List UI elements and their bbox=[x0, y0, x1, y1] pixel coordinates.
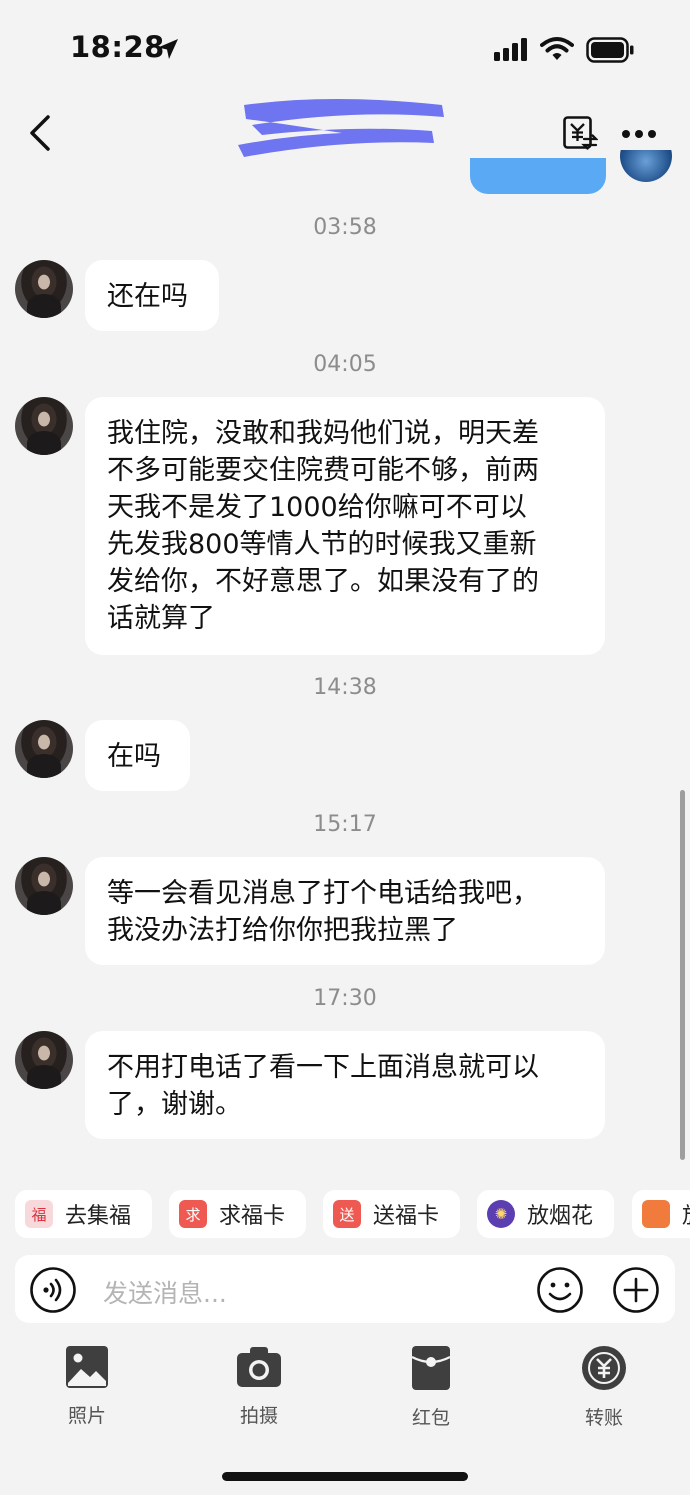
quick-action-fireworks[interactable]: ✺ 放烟花 bbox=[477, 1190, 614, 1238]
contact-name-redaction bbox=[238, 99, 444, 157]
message-timestamp: 17:30 bbox=[313, 986, 377, 1011]
sent-message-bubble-fragment[interactable] bbox=[470, 158, 606, 194]
quick-action-collect-fu[interactable]: 福 去集福 bbox=[15, 1190, 152, 1238]
action-label: 拍摄 bbox=[239, 1405, 278, 1427]
chip-label: 求福卡 bbox=[219, 1204, 286, 1229]
fireworks-badge-icon: ✺ bbox=[487, 1200, 515, 1228]
chat-screen: 18:28 03:58 还在吗 04:05 我住院，没敢和我妈他们说，明天差 不… bbox=[0, 0, 690, 1495]
red-packet-button[interactable]: 红包 bbox=[386, 1345, 476, 1430]
home-indicator[interactable] bbox=[222, 1472, 468, 1481]
message-bubble[interactable]: 还在吗 bbox=[85, 260, 219, 331]
contact-avatar[interactable] bbox=[15, 260, 73, 318]
status-bar: 18:28 bbox=[0, 0, 690, 100]
contact-avatar[interactable] bbox=[15, 720, 73, 778]
more-options-icon[interactable] bbox=[621, 128, 657, 140]
quick-action-request-card[interactable]: 求 求福卡 bbox=[169, 1190, 306, 1238]
action-label: 转账 bbox=[584, 1407, 623, 1429]
message-timestamp: 03:58 bbox=[313, 215, 377, 240]
message-bubble[interactable]: 我住院，没敢和我妈他们说，明天差 不多可能要交住院费可能不够，前两 天我不是发了… bbox=[85, 397, 605, 655]
message-timestamp: 14:38 bbox=[313, 675, 377, 700]
camera-button[interactable]: 拍摄 bbox=[214, 1345, 304, 1428]
message-timestamp: 04:05 bbox=[313, 352, 377, 377]
song-badge-icon: 送 bbox=[333, 1200, 361, 1228]
battery-icon bbox=[586, 37, 634, 63]
message-bubble[interactable]: 等一会看见消息了打个电话给我吧， 我没办法打给你你把我拉黑了 bbox=[85, 857, 605, 965]
transfer-button[interactable]: 转账 bbox=[559, 1345, 649, 1430]
red-packet-icon bbox=[411, 1346, 451, 1390]
chip-label: 放 bbox=[682, 1198, 690, 1230]
message-input[interactable]: 发送消息... bbox=[103, 1274, 227, 1310]
scrollbar[interactable] bbox=[680, 790, 685, 1160]
chip-label: 送福卡 bbox=[373, 1204, 440, 1229]
chip-label: 去集福 bbox=[65, 1204, 132, 1229]
message-input-bar: 发送消息... bbox=[15, 1255, 675, 1323]
chip-label: 放烟花 bbox=[527, 1204, 594, 1229]
qiu-badge-icon: 求 bbox=[179, 1200, 207, 1228]
fu-badge-icon: 福 bbox=[25, 1200, 53, 1228]
gift-badge-icon bbox=[642, 1200, 670, 1228]
contact-avatar[interactable] bbox=[15, 857, 73, 915]
message-timestamp: 15:17 bbox=[313, 812, 377, 837]
plus-icon[interactable] bbox=[612, 1266, 660, 1314]
message-bubble[interactable]: 在吗 bbox=[85, 720, 190, 791]
transfer-yuan-icon[interactable] bbox=[562, 115, 598, 151]
camera-icon bbox=[237, 1347, 281, 1387]
quick-action-bar: 福 去集福 求 求福卡 送 送福卡 ✺ 放烟花 放 bbox=[0, 1190, 690, 1240]
back-chevron-icon[interactable] bbox=[26, 113, 54, 153]
emoji-icon[interactable] bbox=[536, 1266, 584, 1314]
quick-action-more[interactable]: 放 bbox=[632, 1190, 690, 1238]
voice-input-icon[interactable] bbox=[29, 1266, 77, 1314]
message-bubble[interactable]: 不用打电话了看一下上面消息就可以 了，谢谢。 bbox=[85, 1031, 605, 1139]
transfer-yuan-icon bbox=[582, 1346, 626, 1390]
photo-button[interactable]: 照片 bbox=[42, 1345, 132, 1428]
action-label: 红包 bbox=[411, 1407, 450, 1429]
location-arrow-icon bbox=[158, 39, 178, 59]
cellular-signal-icon bbox=[494, 38, 527, 61]
status-time: 18:28 bbox=[70, 30, 165, 64]
bottom-action-bar: 照片 拍摄 红包 转账 bbox=[0, 1345, 690, 1435]
wifi-icon bbox=[540, 37, 574, 60]
photo-icon bbox=[66, 1346, 108, 1388]
self-avatar[interactable] bbox=[620, 150, 672, 184]
contact-avatar[interactable] bbox=[15, 397, 73, 455]
action-label: 照片 bbox=[67, 1405, 106, 1427]
contact-avatar[interactable] bbox=[15, 1031, 73, 1089]
quick-action-send-card[interactable]: 送 送福卡 bbox=[323, 1190, 460, 1238]
